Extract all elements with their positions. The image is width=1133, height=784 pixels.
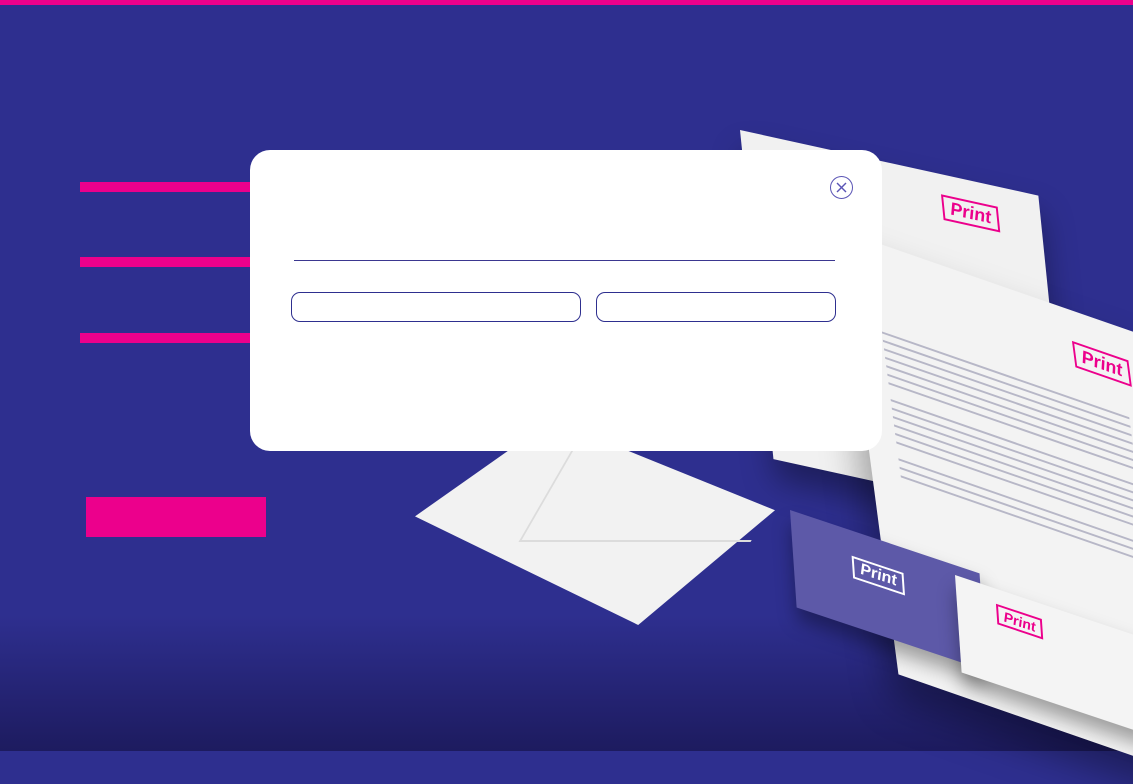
letterhead-front-logo: Print	[1071, 340, 1132, 387]
card-logo: Print	[851, 555, 906, 596]
email-field[interactable]	[596, 292, 836, 322]
letterhead-logo: Print	[940, 194, 1001, 233]
top-accent-bar	[0, 0, 1133, 5]
modal-title	[294, 210, 834, 250]
close-button[interactable]	[830, 176, 853, 199]
modal-divider	[294, 260, 835, 261]
hero-cta-button[interactable]	[86, 497, 266, 537]
signup-modal	[250, 150, 882, 451]
hero-heading-line-1	[80, 182, 260, 192]
name-field[interactable]	[291, 292, 581, 322]
hero-heading-line-2	[80, 257, 260, 267]
close-icon	[836, 182, 847, 193]
hero-heading-line-3	[80, 333, 260, 343]
card-white-logo: Print	[995, 603, 1044, 640]
